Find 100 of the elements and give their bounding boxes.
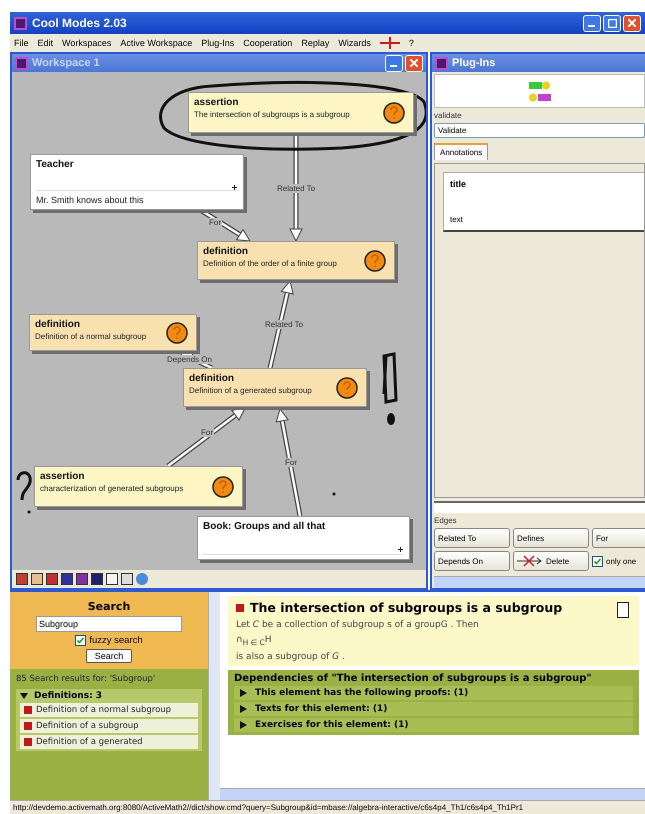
cross-icon[interactable]: [380, 37, 400, 49]
scrollbar[interactable]: [208, 592, 220, 800]
edge-label: For: [208, 218, 222, 227]
edge-type-button[interactable]: For: [592, 528, 645, 548]
edge-label: Related To: [264, 320, 304, 329]
note-node[interactable]: Teacher Mr. Smith knows about this: [30, 154, 244, 210]
note-node[interactable]: Book: Groups and all that: [197, 516, 410, 560]
concept-node[interactable]: definition Definition of the order of a finite group: [197, 241, 395, 280]
close-button[interactable]: [405, 54, 423, 72]
article-text: is also a subgroup of G .: [236, 652, 346, 662]
minimize-button[interactable]: [385, 54, 403, 72]
question-icon[interactable]: [383, 102, 405, 124]
article-text: Let C be a collection of subgroup s of a groupG . Then: [236, 620, 480, 630]
delete-button[interactable]: Delete: [513, 551, 589, 571]
node-title: assertion: [40, 471, 86, 482]
menu-item[interactable]: Cooperation: [243, 38, 292, 48]
triangle-icon: [20, 692, 28, 700]
article-text: ∩$_{H ∈ C}$H: [236, 635, 273, 647]
article-title: The intersection of subgroups is a subgroup: [236, 600, 631, 615]
crossed-arrow-icon: [517, 554, 543, 568]
concept-node[interactable]: definition Definition of a normal subgroup: [29, 314, 197, 351]
concept-node[interactable]: assertion The intersection of subgroups is a subgroup: [188, 92, 414, 133]
node-text: Definition of a normal subgroup: [35, 332, 148, 341]
validate-dropdown[interactable]: Validate: [434, 123, 645, 138]
dependency-row[interactable]: Exercises for this element: (1): [234, 718, 633, 732]
app-title: Cool Modes 2.03: [32, 16, 127, 30]
edge-label: For: [284, 458, 298, 467]
close-icon: [410, 59, 418, 67]
window-title: Workspace 1: [32, 57, 100, 69]
maximize-button[interactable]: [603, 14, 621, 32]
edge-label: For: [200, 428, 214, 437]
question-icon[interactable]: [364, 250, 386, 272]
search-button[interactable]: Search: [86, 649, 132, 663]
result-link[interactable]: Definition of a subgroup: [20, 719, 198, 733]
app-icon: [14, 16, 27, 30]
dependency-row[interactable]: This element has the following proofs: (1): [234, 686, 633, 700]
ink-dot: [332, 492, 336, 496]
plus-icon[interactable]: [232, 185, 237, 190]
window-icon: [435, 56, 448, 70]
dependencies-title: Dependencies of "The intersection of subgroups is a subgroup": [234, 672, 593, 684]
node-title: Teacher: [36, 159, 75, 170]
concept-node[interactable]: definition Definition of a generated subgroup: [183, 368, 367, 407]
window-title: Plug-Ins: [452, 57, 496, 69]
node-title: Book: Groups and all that: [203, 521, 326, 532]
edge-label: Related To: [276, 184, 316, 193]
search-title: Search: [88, 600, 130, 613]
edge-type-button[interactable]: Related To: [434, 528, 510, 548]
card-text: text: [450, 215, 464, 224]
checkbox[interactable]: [75, 635, 86, 646]
node-title: definition: [35, 319, 81, 330]
annotation-card[interactable]: title text: [443, 172, 644, 232]
concept-node[interactable]: assertion characterization of generated subgroups: [34, 466, 243, 507]
checkbox-label: fuzzy search: [89, 635, 143, 646]
close-icon: [628, 19, 636, 27]
group-label: validate: [434, 111, 463, 120]
section-header[interactable]: Definitions: 3: [20, 691, 198, 701]
maximize-icon: [608, 18, 616, 28]
ink-dot: [28, 510, 30, 514]
edge-type-button[interactable]: Depends On: [434, 551, 510, 571]
dependency-row[interactable]: Texts for this element: (1): [234, 702, 633, 716]
menu-item[interactable]: Workspaces: [62, 38, 112, 48]
card-title: title: [450, 179, 468, 189]
node-title: definition: [203, 246, 249, 257]
menu-item[interactable]: Active Workspace: [120, 38, 192, 48]
checkbox-label: only one: [606, 556, 636, 566]
tab[interactable]: Annotations: [434, 143, 488, 160]
menu-item[interactable]: ?: [408, 38, 414, 48]
ink-question-drawing: [16, 471, 32, 500]
minimize-button[interactable]: [583, 14, 601, 32]
menu-item[interactable]: Replay: [301, 38, 330, 48]
node-text: Definition of the order of a finite group: [203, 259, 338, 268]
scrollbar[interactable]: [220, 788, 645, 800]
node-text: Mr. Smith knows about this: [36, 195, 145, 205]
scrollbar[interactable]: [434, 576, 645, 588]
menu-item[interactable]: Plug-Ins: [201, 38, 234, 48]
question-icon[interactable]: [212, 476, 234, 498]
result-link[interactable]: Definition of a normal subgroup: [20, 703, 198, 717]
node-title: definition: [189, 373, 235, 384]
search-field[interactable]: Subgroup: [36, 616, 182, 632]
menu-item[interactable]: File: [14, 38, 29, 48]
edge-type-button[interactable]: Defines: [513, 528, 589, 548]
node-tool-icon[interactable]: [528, 80, 550, 90]
question-icon[interactable]: [166, 322, 188, 344]
group-label: Edges: [434, 516, 458, 525]
close-button[interactable]: [623, 14, 641, 32]
menu-item[interactable]: Wizards: [338, 38, 371, 48]
window-icon: [15, 56, 28, 70]
result-link[interactable]: Definition of a generated: [20, 735, 198, 749]
menu-item[interactable]: Edit: [38, 38, 54, 48]
question-icon[interactable]: [336, 376, 358, 398]
checkbox[interactable]: [592, 556, 603, 566]
plus-icon[interactable]: [398, 547, 403, 552]
node-tool-icon[interactable]: [528, 92, 550, 102]
page-icon[interactable]: [617, 602, 629, 618]
node-text: characterization of generated subgroups: [40, 484, 184, 493]
results-header: 85 Search results for: 'Subgroup': [15, 673, 156, 686]
node-title: assertion: [194, 97, 240, 108]
node-text: Definition of a generated subgroup: [189, 386, 313, 395]
node-text: The intersection of subgroups is a subgroup: [194, 110, 351, 119]
edge-label: Depends On: [166, 355, 213, 364]
